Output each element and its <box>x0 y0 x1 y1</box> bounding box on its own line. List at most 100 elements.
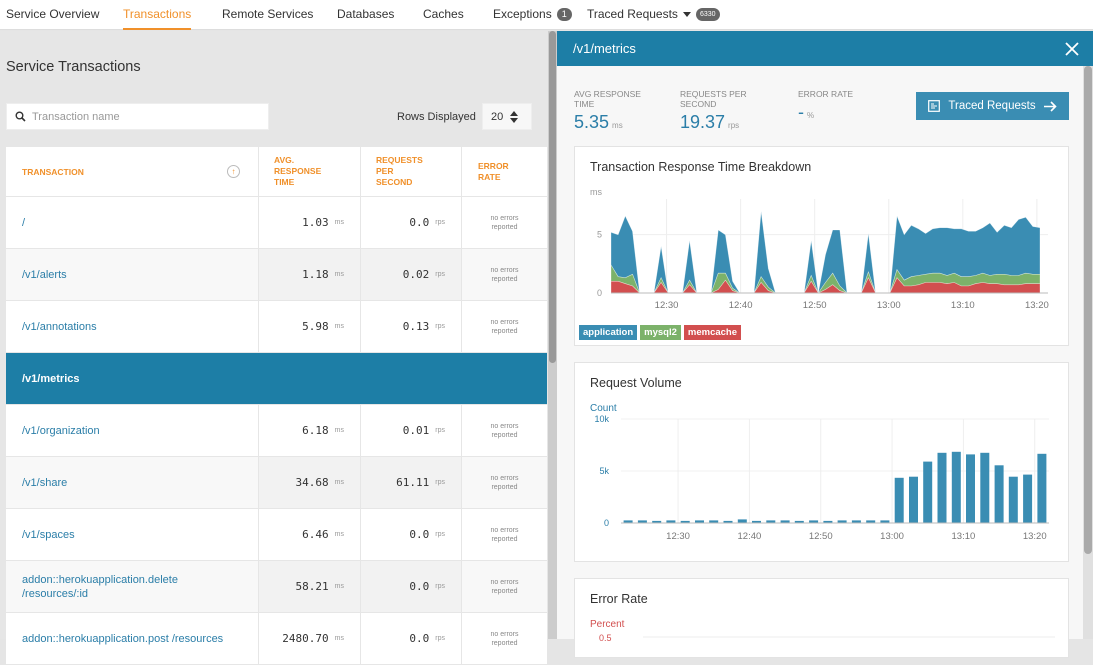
request-volume-chart: Count 0 5k 10k 12:30 12:40 12:50 13:00 13:10 13:… <box>590 403 1049 542</box>
sort-ascending-icon[interactable]: ↑ <box>227 165 240 178</box>
panel-header: /v1/metrics <box>557 31 1093 66</box>
service-transactions-section: Service Transactions Transaction name Ro… <box>0 31 548 665</box>
y-tick-label: 0.5 <box>599 633 612 643</box>
request-volume-card: Request Volume Count 0 5k 10k 12:30 12:40 12:… <box>574 362 1069 562</box>
tab-traced-requests[interactable]: Traced Requests 6330 <box>587 0 720 30</box>
arrow-right-icon <box>1043 100 1057 112</box>
transaction-link[interactable]: / <box>6 197 259 248</box>
bar <box>937 452 947 523</box>
close-icon[interactable] <box>1065 41 1079 56</box>
x-tick-label: 13:10 <box>951 300 975 311</box>
transaction-link[interactable]: /v1/annotations <box>6 301 259 352</box>
transaction-link[interactable]: /v1/share <box>6 457 259 508</box>
legend-mysql2[interactable]: mysql2 <box>640 325 681 340</box>
panel-title: /v1/metrics <box>573 41 636 56</box>
avg-response-cell: 1.18 ms <box>259 249 361 300</box>
list-icon <box>928 100 941 112</box>
tab-remote-services[interactable]: Remote Services <box>222 0 313 30</box>
rps-cell: 0.02 rps <box>361 249 462 300</box>
table-row[interactable]: /v1/annotations 5.98 ms 0.13 rps no errors… <box>6 301 547 353</box>
bar <box>1023 474 1033 523</box>
avg-response-cell: 58.21 ms <box>259 561 361 612</box>
column-header-transaction[interactable]: TRANSACTION ↑ <box>6 147 259 196</box>
error-rate-chart: Percent 0.5 <box>590 619 1055 643</box>
x-tick-label: 13:00 <box>880 531 904 542</box>
table-row-selected[interactable]: /v1/metrics <box>6 353 547 405</box>
x-tick-label: 13:20 <box>1025 300 1049 311</box>
avg-response-cell: 6.46 ms <box>259 509 361 560</box>
table-row[interactable]: / 1.03 ms 0.0 rps no errors reported <box>6 197 547 249</box>
bar <box>923 461 933 523</box>
tab-transactions[interactable]: Transactions <box>123 0 192 30</box>
chart-legend: application mysql2 memcache <box>579 325 742 340</box>
y-axis-label: ms <box>590 187 602 197</box>
bar <box>1008 476 1018 523</box>
table-row[interactable]: /v1/alerts 1.18 ms 0.02 rps no errors repor… <box>6 249 547 301</box>
tab-service-overview[interactable]: Service Overview <box>6 0 99 30</box>
rows-displayed-value: 20 <box>491 110 504 123</box>
right-scrollbar[interactable] <box>1083 66 1093 639</box>
exceptions-count-badge: 1 <box>556 8 572 22</box>
error-rate-cell: no errors reported <box>490 526 519 543</box>
y-axis-label: Count <box>590 403 617 414</box>
response-time-chart: ms 0 5 12:30 12:40 12:50 13:00 13:10 13:20 <box>590 187 1049 311</box>
error-rate-cell: no errors reported <box>490 266 519 283</box>
area-application <box>753 211 777 294</box>
table-row[interactable]: /v1/share 34.68 ms 61.11 rps no errors repo… <box>6 457 547 509</box>
legend-memcache[interactable]: memcache <box>683 325 742 340</box>
avg-response-cell: 6.18 ms <box>259 405 361 456</box>
rps-cell: 0.01 rps <box>361 405 462 456</box>
bar <box>894 477 904 523</box>
traced-requests-count-badge: 6330 <box>695 8 720 22</box>
tab-databases[interactable]: Databases <box>337 0 394 30</box>
left-scrollbar[interactable] <box>548 31 557 639</box>
transaction-link[interactable]: /v1/alerts <box>6 249 259 300</box>
bar <box>951 451 961 523</box>
rps-cell: 61.11 rps <box>361 457 462 508</box>
transaction-link[interactable]: addon::herokuapplication.delete/resource… <box>6 561 259 612</box>
rps-cell: 0.0 rps <box>361 561 462 612</box>
transaction-search-input[interactable]: Transaction name <box>6 103 269 130</box>
transaction-link[interactable]: /v1/organization <box>6 405 259 456</box>
column-header-error-rate[interactable]: ERROR RATE <box>462 147 547 196</box>
stat-requests-per-second: REQUESTS PER SECOND 19.37 rps <box>680 89 747 132</box>
table-row[interactable]: /v1/organization 6.18 ms 0.01 rps no error… <box>6 405 547 457</box>
bar <box>980 452 990 523</box>
transaction-link[interactable]: /v1/spaces <box>6 509 259 560</box>
transaction-link[interactable]: /v1/metrics <box>6 353 547 404</box>
column-header-avg-response[interactable]: AVG. RESPONSE TIME <box>259 147 361 196</box>
bar <box>1037 453 1047 523</box>
y-tick-label: 0 <box>597 288 602 298</box>
tab-caches[interactable]: Caches <box>423 0 464 30</box>
x-tick-label: 12:30 <box>655 300 679 311</box>
traced-requests-button[interactable]: Traced Requests <box>916 92 1069 120</box>
x-tick-label: 12:40 <box>729 300 753 311</box>
search-icon <box>15 111 26 122</box>
stat-avg-response-time: AVG RESPONSE TIME 5.35 ms <box>574 89 641 132</box>
x-tick-label: 13:00 <box>877 300 901 311</box>
search-placeholder: Transaction name <box>32 110 120 123</box>
left-scrollbar-thumb[interactable] <box>549 31 556 363</box>
table-row[interactable]: addon::herokuapplication.post /resources… <box>6 613 547 665</box>
top-navigation: Service Overview Transactions Remote Ser… <box>0 0 1093 30</box>
x-tick-label: 12:50 <box>803 300 827 311</box>
right-scrollbar-thumb[interactable] <box>1084 66 1092 554</box>
tab-exceptions[interactable]: Exceptions 1 <box>493 0 572 30</box>
error-rate-cell: no errors reported <box>490 578 519 595</box>
error-rate-cell: no errors reported <box>490 474 519 491</box>
error-rate-cell: no errors reported <box>490 422 519 439</box>
bar <box>737 519 747 523</box>
table-row[interactable]: addon::herokuapplication.delete/resource… <box>6 561 547 613</box>
table-row[interactable]: /v1/spaces 6.46 ms 0.0 rps no errors report… <box>6 509 547 561</box>
x-tick-label: 13:20 <box>1023 531 1047 542</box>
legend-application[interactable]: application <box>579 325 638 340</box>
summary-stats: AVG RESPONSE TIME 5.35 ms REQUESTS PER SEC… <box>574 89 853 133</box>
transaction-detail-panel: /v1/metrics AVG RESPONSE TIME 5.35 ms REQU… <box>557 31 1093 658</box>
y-axis-label: Percent <box>590 619 625 630</box>
rows-displayed-select[interactable]: 20 <box>482 103 532 130</box>
bar <box>994 465 1004 523</box>
transactions-table: TRANSACTION ↑ AVG. RESPONSE TIME REQUESTS PE… <box>6 147 547 665</box>
avg-response-cell: 34.68 ms <box>259 457 361 508</box>
column-header-rps[interactable]: REQUESTS PER SECOND <box>361 147 462 196</box>
x-tick-label: 12:50 <box>809 531 833 542</box>
